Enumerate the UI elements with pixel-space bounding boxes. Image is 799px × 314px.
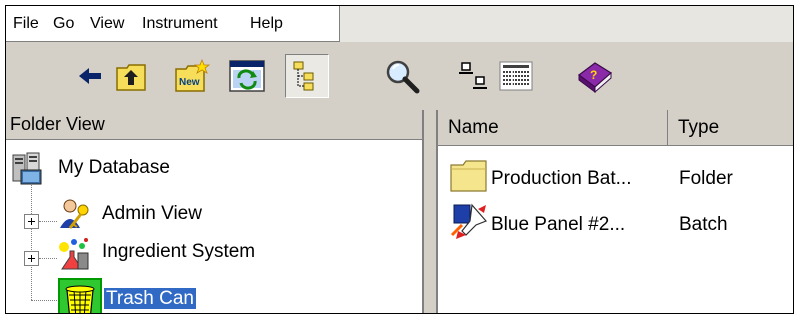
svg-text:New: New bbox=[179, 77, 200, 88]
list-row-type: Batch bbox=[679, 214, 728, 235]
large-icons-button[interactable] bbox=[452, 56, 492, 96]
folder-view-pane: Folder View My Database Admin View Ingre… bbox=[6, 110, 424, 313]
folder-view-header: Folder View bbox=[6, 110, 422, 140]
database-icon bbox=[11, 152, 51, 191]
expand-ingredient-system-toggle[interactable] bbox=[24, 251, 39, 266]
tree-item-ingredient-system[interactable]: Ingredient System bbox=[102, 241, 255, 263]
column-header-type-label: Type bbox=[678, 117, 720, 138]
tree-connector bbox=[39, 258, 57, 259]
menu-file[interactable]: File bbox=[13, 15, 39, 33]
column-header-name[interactable]: Name bbox=[438, 110, 668, 146]
search-button[interactable] bbox=[382, 56, 422, 96]
tree-connector bbox=[31, 182, 32, 300]
tree-connector bbox=[39, 221, 57, 222]
tree-item-trash-can[interactable]: Trash Can bbox=[104, 288, 196, 310]
tree-view-icon bbox=[293, 61, 314, 91]
batch-rocket-icon bbox=[448, 201, 490, 246]
help-button[interactable]: ? bbox=[574, 56, 614, 96]
large-icons-view-icon bbox=[459, 62, 487, 89]
details-view-button[interactable] bbox=[496, 56, 536, 96]
list-view-pane: Name Type Production Bat... Folder Blue … bbox=[436, 110, 793, 313]
expand-admin-view-toggle[interactable] bbox=[24, 214, 39, 229]
tree-view-button[interactable] bbox=[285, 54, 329, 98]
ingredient-flask-icon bbox=[56, 237, 96, 278]
menu-help[interactable]: Help bbox=[250, 15, 283, 33]
refresh-window-button[interactable] bbox=[227, 56, 267, 96]
search-magnifier-icon bbox=[386, 60, 420, 94]
back-button[interactable] bbox=[70, 56, 110, 96]
admin-key-icon bbox=[56, 198, 96, 237]
tree-root-my-database[interactable]: My Database bbox=[58, 157, 170, 179]
up-folder-icon bbox=[116, 64, 146, 91]
new-folder-button[interactable]: New bbox=[172, 56, 212, 96]
help-book-icon: ? bbox=[578, 62, 613, 93]
toolbar: New ? bbox=[6, 42, 793, 110]
menu-bar: File Go View Instrument Help bbox=[6, 6, 340, 42]
folder-icon bbox=[450, 159, 490, 198]
new-folder-icon: New bbox=[175, 59, 210, 92]
trash-can-label: Trash Can bbox=[104, 288, 196, 309]
trash-can-icon bbox=[58, 278, 102, 313]
menu-view[interactable]: View bbox=[90, 15, 124, 33]
column-header-name-label: Name bbox=[448, 117, 499, 138]
list-row-name[interactable]: Production Bat... bbox=[491, 168, 631, 190]
menu-bar-empty bbox=[340, 6, 793, 42]
column-header-type[interactable]: Type bbox=[668, 110, 793, 146]
refresh-window-icon bbox=[229, 60, 265, 92]
list-row-name[interactable]: Blue Panel #2... bbox=[491, 214, 625, 236]
svg-text:?: ? bbox=[590, 68, 597, 82]
app-window: File Go View Instrument Help New ? Folde… bbox=[5, 5, 794, 314]
menu-go[interactable]: Go bbox=[53, 15, 74, 33]
tree-connector bbox=[31, 300, 57, 301]
folder-view-title: Folder View bbox=[10, 114, 105, 134]
back-arrow-icon bbox=[79, 68, 101, 84]
up-folder-button[interactable] bbox=[112, 56, 152, 96]
details-view-icon bbox=[499, 61, 533, 91]
tree-item-admin-view[interactable]: Admin View bbox=[102, 203, 202, 225]
list-row-type: Folder bbox=[679, 168, 733, 189]
menu-instrument[interactable]: Instrument bbox=[142, 15, 218, 33]
pane-splitter[interactable] bbox=[424, 110, 436, 313]
